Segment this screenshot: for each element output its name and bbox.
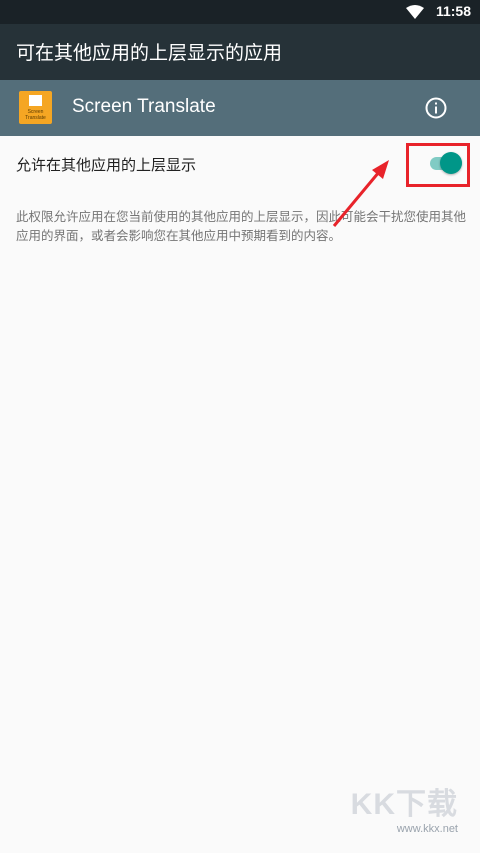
app-header: Screen Translate Screen Translate [0,80,480,136]
app-bar: 可在其他应用的上层显示的应用 [0,24,480,80]
app-icon: Screen Translate [19,91,52,124]
watermark-url: www.kkx.net [396,823,458,835]
page-title: 可在其他应用的上层显示的应用 [16,42,283,64]
status-bar: 11:58 [0,0,480,24]
setting-label: 允许在其他应用的上层显示 [16,156,197,174]
info-icon[interactable] [424,96,448,120]
watermark-logo: KK下载 [350,788,458,821]
status-time: 11:58 [435,3,471,19]
watermark: KK下载 www.kkx.net [351,779,458,835]
annotation-highlight-box [406,143,470,187]
setting-description: 此权限允许应用在您当前使用的其他应用的上层显示，因此可能会干扰您使用其他应用的界… [16,209,467,243]
app-icon-text-line2: Translate [25,115,46,121]
translate-glyph-icon [29,95,42,106]
app-name: Screen Translate [72,96,216,117]
wifi-icon [406,5,424,19]
